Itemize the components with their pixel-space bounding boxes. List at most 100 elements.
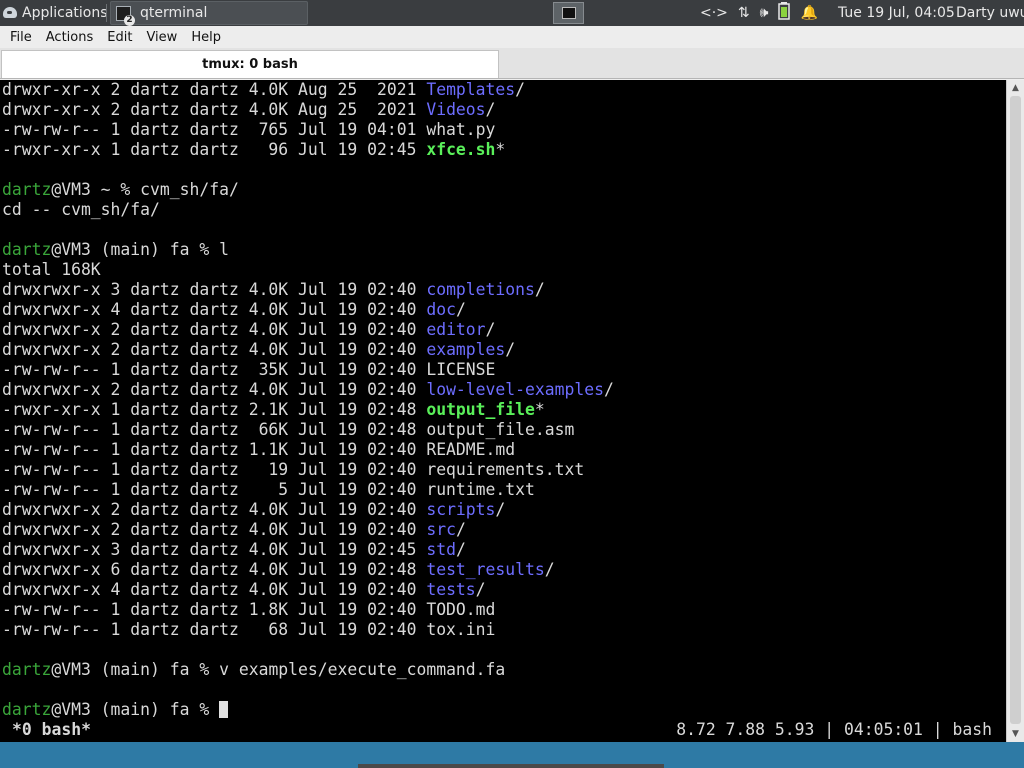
terminal-text: /	[544, 560, 555, 579]
terminal-text: -rw-rw-r-- 1 dartz dartz 66K Jul 19 02:4…	[2, 420, 575, 439]
tab-strip: tmux: 0 bash	[0, 48, 1024, 79]
terminal-text: drwxrwxr-x 2 dartz dartz 4.0K Jul 19 02:…	[2, 340, 427, 359]
terminal-icon: 2	[116, 5, 135, 26]
terminal-line: dartz@VM3 (main) fa % v examples/execute…	[0, 660, 1006, 680]
terminal-text: drwxrwxr-x 2 dartz dartz 4.0K Jul 19 02:…	[2, 500, 427, 519]
terminal-text: -rw-rw-r-- 1 dartz dartz 765 Jul 19 04:0…	[2, 120, 496, 139]
battery-icon[interactable]	[778, 2, 791, 24]
menu-bar: File Actions Edit View Help	[0, 26, 1024, 48]
bell-icon[interactable]: 🔔	[800, 5, 817, 21]
terminal-line: drwxrwxr-x 2 dartz dartz 4.0K Jul 19 02:…	[0, 520, 1006, 540]
terminal-directory-name: scripts	[426, 500, 496, 519]
terminal-text: drwxrwxr-x 6 dartz dartz 4.0K Jul 19 02:…	[2, 560, 427, 579]
terminal-text: -rwxr-xr-x 1 dartz dartz 96 Jul 19 02:45	[2, 140, 427, 159]
menu-view[interactable]: View	[146, 30, 177, 45]
top-panel: Applications 2 qterminal <·> ⇅ 🕪 🔔 Tue 1…	[0, 0, 1024, 26]
terminal-directory-name: src	[426, 520, 456, 539]
terminal-text: -rwxr-xr-x 1 dartz dartz 2.1K Jul 19 02:…	[2, 400, 427, 419]
terminal-line: -rwxr-xr-x 1 dartz dartz 2.1K Jul 19 02:…	[0, 400, 1006, 420]
user-menu[interactable]: Darty uwu	[956, 0, 1024, 26]
terminal-line: drwxrwxr-x 2 dartz dartz 4.0K Jul 19 02:…	[0, 340, 1006, 360]
scrollbar[interactable]: ▲ ▼	[1006, 80, 1024, 742]
window-count-badge: 2	[124, 14, 135, 26]
terminal-line: drwxrwxr-x 6 dartz dartz 4.0K Jul 19 02:…	[0, 560, 1006, 580]
menu-edit[interactable]: Edit	[107, 30, 132, 45]
terminal-text: drwxrwxr-x 3 dartz dartz 4.0K Jul 19 02:…	[2, 540, 427, 559]
network-arrows-icon[interactable]: <·>	[700, 5, 728, 21]
menu-help[interactable]: Help	[191, 30, 221, 45]
updown-icon[interactable]: ⇅	[738, 5, 750, 21]
clock[interactable]: Tue 19 Jul, 04:05	[838, 0, 955, 26]
terminal-text: @VM3 (main) fa %	[51, 700, 220, 719]
terminal-line: -rw-rw-r-- 1 dartz dartz 1.8K Jul 19 02:…	[0, 600, 1006, 620]
terminal-text: @VM3 ~ % cvm_sh/fa/	[51, 180, 239, 199]
terminal-text: *	[534, 400, 545, 419]
terminal-directory-name: editor	[426, 320, 486, 339]
taskbar-label: qterminal	[140, 5, 208, 21]
menu-file[interactable]: File	[10, 30, 32, 45]
terminal-line: drwxrwxr-x 2 dartz dartz 4.0K Jul 19 02:…	[0, 320, 1006, 340]
scrollbar-thumb[interactable]	[1010, 96, 1021, 724]
volume-icon[interactable]: 🕪	[760, 5, 769, 21]
terminal-text: -rw-rw-r-- 1 dartz dartz 19 Jul 19 02:40…	[2, 460, 585, 479]
terminal-directory-name: Templates	[426, 80, 516, 99]
terminal-line: -rw-rw-r-- 1 dartz dartz 68 Jul 19 02:40…	[0, 620, 1006, 640]
tmux-window-label: *0 bash*	[12, 720, 91, 739]
terminal-text: drwxrwxr-x 3 dartz dartz 4.0K Jul 19 02:…	[2, 280, 427, 299]
terminal-text: -rw-rw-r-- 1 dartz dartz 35K Jul 19 02:4…	[2, 360, 496, 379]
terminal-line: drwxrwxr-x 4 dartz dartz 4.0K Jul 19 02:…	[0, 580, 1006, 600]
applications-label: Applications	[22, 5, 108, 21]
terminal-prompt-user: dartz	[2, 180, 52, 199]
tab-tmux[interactable]: tmux: 0 bash	[1, 50, 499, 78]
tmux-status-bar: *0 bash* 8.72 7.88 5.93 | 04:05:01 | bas…	[0, 720, 1006, 740]
terminal-line: drwxr-xr-x 2 dartz dartz 4.0K Aug 25 202…	[0, 80, 1006, 100]
terminal-line: -rw-rw-r-- 1 dartz dartz 1.1K Jul 19 02:…	[0, 440, 1006, 460]
workspace-switcher[interactable]	[553, 2, 584, 24]
scroll-up-icon[interactable]: ▲	[1007, 80, 1024, 96]
terminal-directory-name: completions	[426, 280, 535, 299]
terminal-directory-name: Videos	[426, 100, 486, 119]
terminal-text: -rw-rw-r-- 1 dartz dartz 5 Jul 19 02:40 …	[2, 480, 535, 499]
terminal-line: total 168K	[0, 260, 1006, 280]
bottom-dock	[358, 764, 664, 768]
desktop-bottom	[0, 742, 1024, 768]
terminal-line: -rwxr-xr-x 1 dartz dartz 96 Jul 19 02:45…	[0, 140, 1006, 160]
terminal-text: /	[475, 580, 486, 599]
tmux-status-right: 8.72 7.88 5.93 | 04:05:01 | bash	[676, 720, 992, 739]
terminal-directory-name: low-level-examples	[426, 380, 604, 399]
terminal-output[interactable]: drwxr-xr-x 2 dartz dartz 4.0K Aug 25 202…	[0, 80, 1006, 742]
terminal-text: -rw-rw-r-- 1 dartz dartz 1.8K Jul 19 02:…	[2, 600, 496, 619]
terminal-text: -rw-rw-r-- 1 dartz dartz 68 Jul 19 02:40…	[2, 620, 496, 639]
terminal-line: -rw-rw-r-- 1 dartz dartz 5 Jul 19 02:40 …	[0, 480, 1006, 500]
terminal-text: drwxr-xr-x 2 dartz dartz 4.0K Aug 25 202…	[2, 80, 427, 99]
terminal-text: drwxrwxr-x 4 dartz dartz 4.0K Jul 19 02:…	[2, 300, 427, 319]
terminal-line: drwxr-xr-x 2 dartz dartz 4.0K Aug 25 202…	[0, 100, 1006, 120]
terminal-line: dartz@VM3 (main) fa % l	[0, 240, 1006, 260]
terminal-line: -rw-rw-r-- 1 dartz dartz 765 Jul 19 04:0…	[0, 120, 1006, 140]
terminal-directory-name: doc	[426, 300, 456, 319]
terminal-text: /	[455, 540, 466, 559]
terminal-text: drwxr-xr-x 2 dartz dartz 4.0K Aug 25 202…	[2, 100, 427, 119]
terminal-text: drwxrwxr-x 2 dartz dartz 4.0K Jul 19 02:…	[2, 320, 427, 339]
terminal-line: dartz@VM3 ~ % cvm_sh/fa/	[0, 180, 1006, 200]
scroll-down-icon[interactable]: ▼	[1007, 726, 1024, 742]
terminal-text: @VM3 (main) fa % l	[51, 240, 229, 259]
terminal-text: /	[505, 340, 516, 359]
terminal-line: -rw-rw-r-- 1 dartz dartz 19 Jul 19 02:40…	[0, 460, 1006, 480]
terminal-line: -rw-rw-r-- 1 dartz dartz 35K Jul 19 02:4…	[0, 360, 1006, 380]
terminal-directory-name: tests	[426, 580, 476, 599]
terminal-text: drwxrwxr-x 2 dartz dartz 4.0K Jul 19 02:…	[2, 520, 427, 539]
terminal-prompt-user: dartz	[2, 700, 52, 719]
applications-menu[interactable]: Applications	[0, 0, 108, 26]
qterminal-window: File Actions Edit View Help tmux: 0 bash…	[0, 26, 1024, 742]
terminal-executable-name: output_file	[426, 400, 535, 419]
panel-separator	[106, 4, 107, 22]
terminal-cursor	[219, 701, 229, 718]
taskbar-button-qterminal[interactable]: 2 qterminal	[110, 1, 308, 26]
menu-actions[interactable]: Actions	[46, 30, 94, 45]
applications-icon	[2, 5, 18, 21]
terminal-directory-name: examples	[426, 340, 506, 359]
